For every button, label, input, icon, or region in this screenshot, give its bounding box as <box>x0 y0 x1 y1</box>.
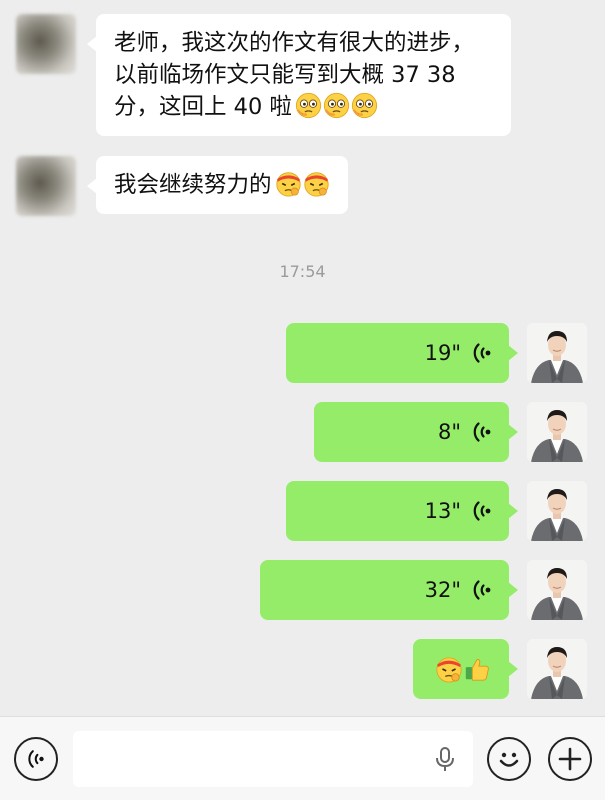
awkward-face-icon <box>323 92 350 119</box>
message-timestamp: 17:54 <box>279 262 326 281</box>
message-line: 老师，我这次的作文有很大的进步， <box>114 30 475 56</box>
voice-message-bubble[interactable]: 13" <box>286 481 518 541</box>
message-line: 分，这回上 40 啦 <box>114 91 493 123</box>
voice-wave-icon <box>471 341 493 365</box>
user-avatar[interactable] <box>527 481 587 541</box>
thumbs-up-icon <box>463 655 491 683</box>
voice-mode-button[interactable] <box>14 737 58 781</box>
awkward-face-icon <box>295 92 322 119</box>
message-line: 我会继续努力的 <box>114 169 330 201</box>
voice-mode-icon <box>25 748 47 770</box>
more-button[interactable] <box>548 737 592 781</box>
voice-duration: 8" <box>437 420 461 444</box>
determined-face-icon <box>435 655 463 683</box>
user-avatar[interactable] <box>527 323 587 383</box>
voice-message-bubble[interactable]: 32" <box>260 560 518 620</box>
voice-duration: 19" <box>424 341 461 365</box>
user-avatar[interactable] <box>527 402 587 462</box>
determined-face-icon <box>275 170 302 197</box>
voice-message-bubble[interactable]: 19" <box>286 323 518 383</box>
smiley-face-icon <box>499 752 519 767</box>
voice-wave-icon <box>471 499 493 523</box>
plus-icon <box>558 747 582 771</box>
input-bar <box>0 716 605 800</box>
contact-avatar[interactable] <box>16 14 76 74</box>
user-avatar[interactable] <box>527 560 587 620</box>
voice-wave-icon <box>471 578 493 602</box>
voice-duration: 13" <box>424 499 461 523</box>
sticker-message-bubble[interactable] <box>413 639 518 699</box>
determined-face-icon <box>303 170 330 197</box>
incoming-message-bubble[interactable]: 老师，我这次的作文有很大的进步， 以前临场作文只能写到大概 37 38 分，这回… <box>87 14 511 136</box>
microphone-icon[interactable] <box>433 745 457 773</box>
incoming-message-bubble[interactable]: 我会继续努力的 <box>87 156 348 214</box>
awkward-face-icon <box>351 92 378 119</box>
user-avatar[interactable] <box>527 639 587 699</box>
voice-wave-icon <box>471 420 493 444</box>
message-input[interactable] <box>73 731 473 787</box>
contact-avatar[interactable] <box>16 156 76 216</box>
emoji-button[interactable] <box>487 737 531 781</box>
voice-duration: 32" <box>424 578 461 602</box>
voice-message-bubble[interactable]: 8" <box>314 402 518 462</box>
chat-area[interactable]: 老师，我这次的作文有很大的进步， 以前临场作文只能写到大概 37 38 分，这回… <box>0 0 605 716</box>
message-line: 以前临场作文只能写到大概 37 38 <box>114 62 456 88</box>
